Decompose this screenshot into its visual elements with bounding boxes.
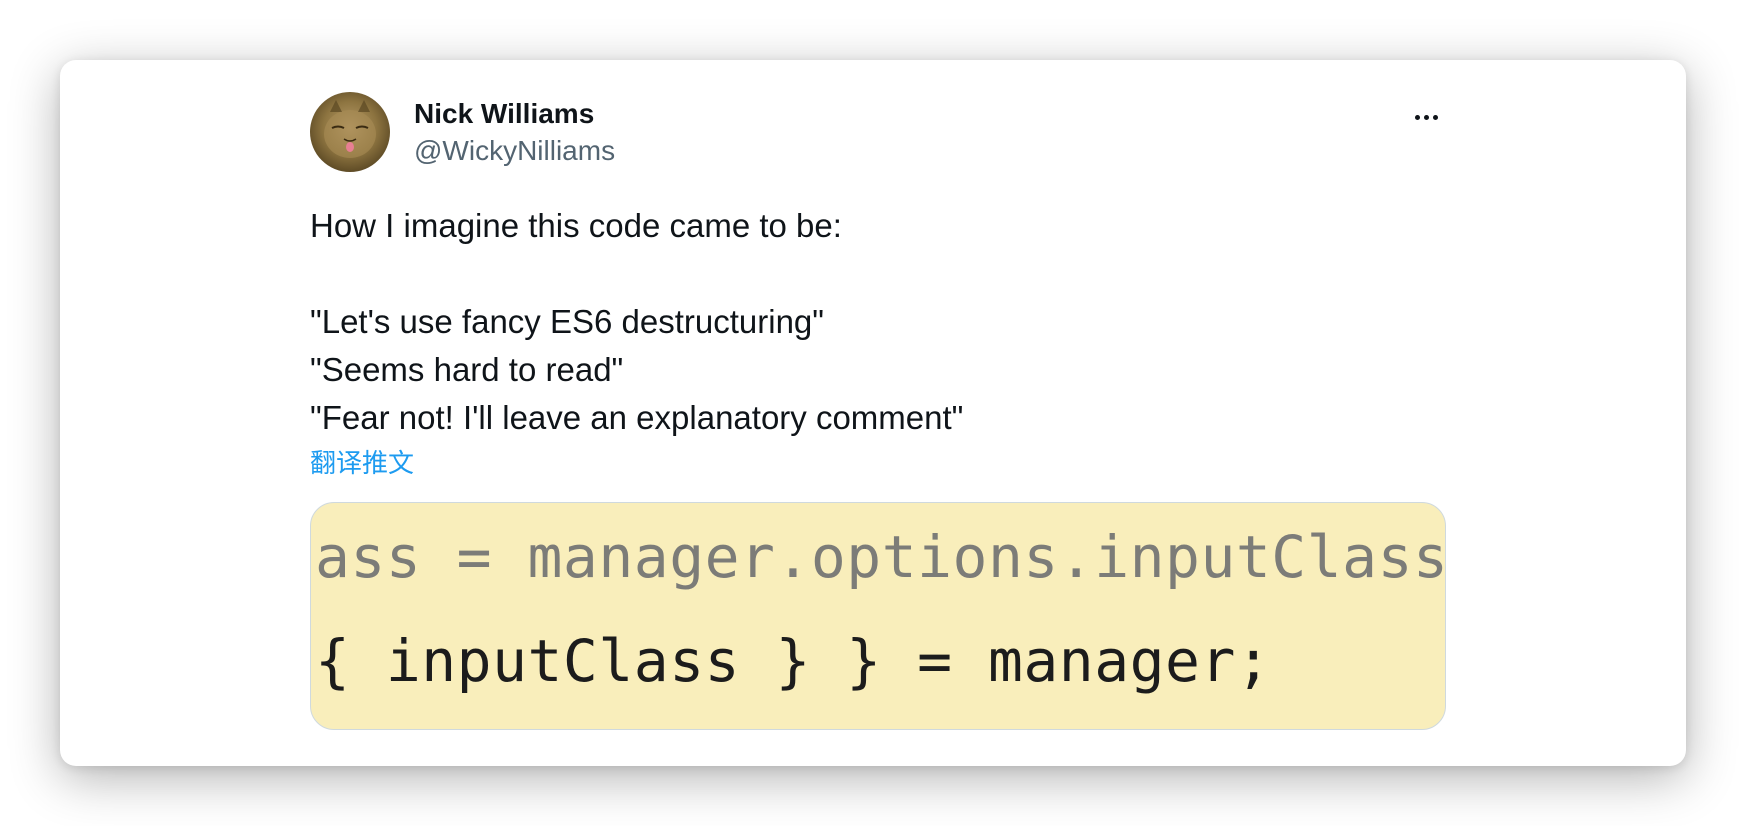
avatar[interactable] <box>310 92 390 172</box>
more-horizontal-icon-dot <box>1432 114 1438 120</box>
tweet-text: How I imagine this code came to be: "Let… <box>310 207 964 436</box>
translate-tweet-link[interactable]: 翻译推文 <box>310 444 414 482</box>
user-handle[interactable]: @WickyNilliams <box>414 132 615 170</box>
tweet-media-image[interactable]: ass = manager.options.inputClass { input… <box>310 502 1446 730</box>
more-options-button[interactable] <box>1406 102 1446 132</box>
more-horizontal-icon-dot <box>1423 114 1429 120</box>
tweet-card: Nick Williams @WickyNilliams How I imagi… <box>60 60 1686 766</box>
display-name[interactable]: Nick Williams <box>414 96 615 132</box>
code-line: { inputClass } } = manager; <box>315 627 1272 695</box>
code-line: ass = manager.options.inputClass <box>315 523 1446 591</box>
tweet-header: Nick Williams @WickyNilliams <box>310 92 1446 174</box>
user-info: Nick Williams @WickyNilliams <box>414 96 615 170</box>
more-horizontal-icon <box>1414 114 1420 120</box>
tweet: Nick Williams @WickyNilliams How I imagi… <box>310 92 1446 730</box>
cat-avatar-icon <box>324 100 376 158</box>
